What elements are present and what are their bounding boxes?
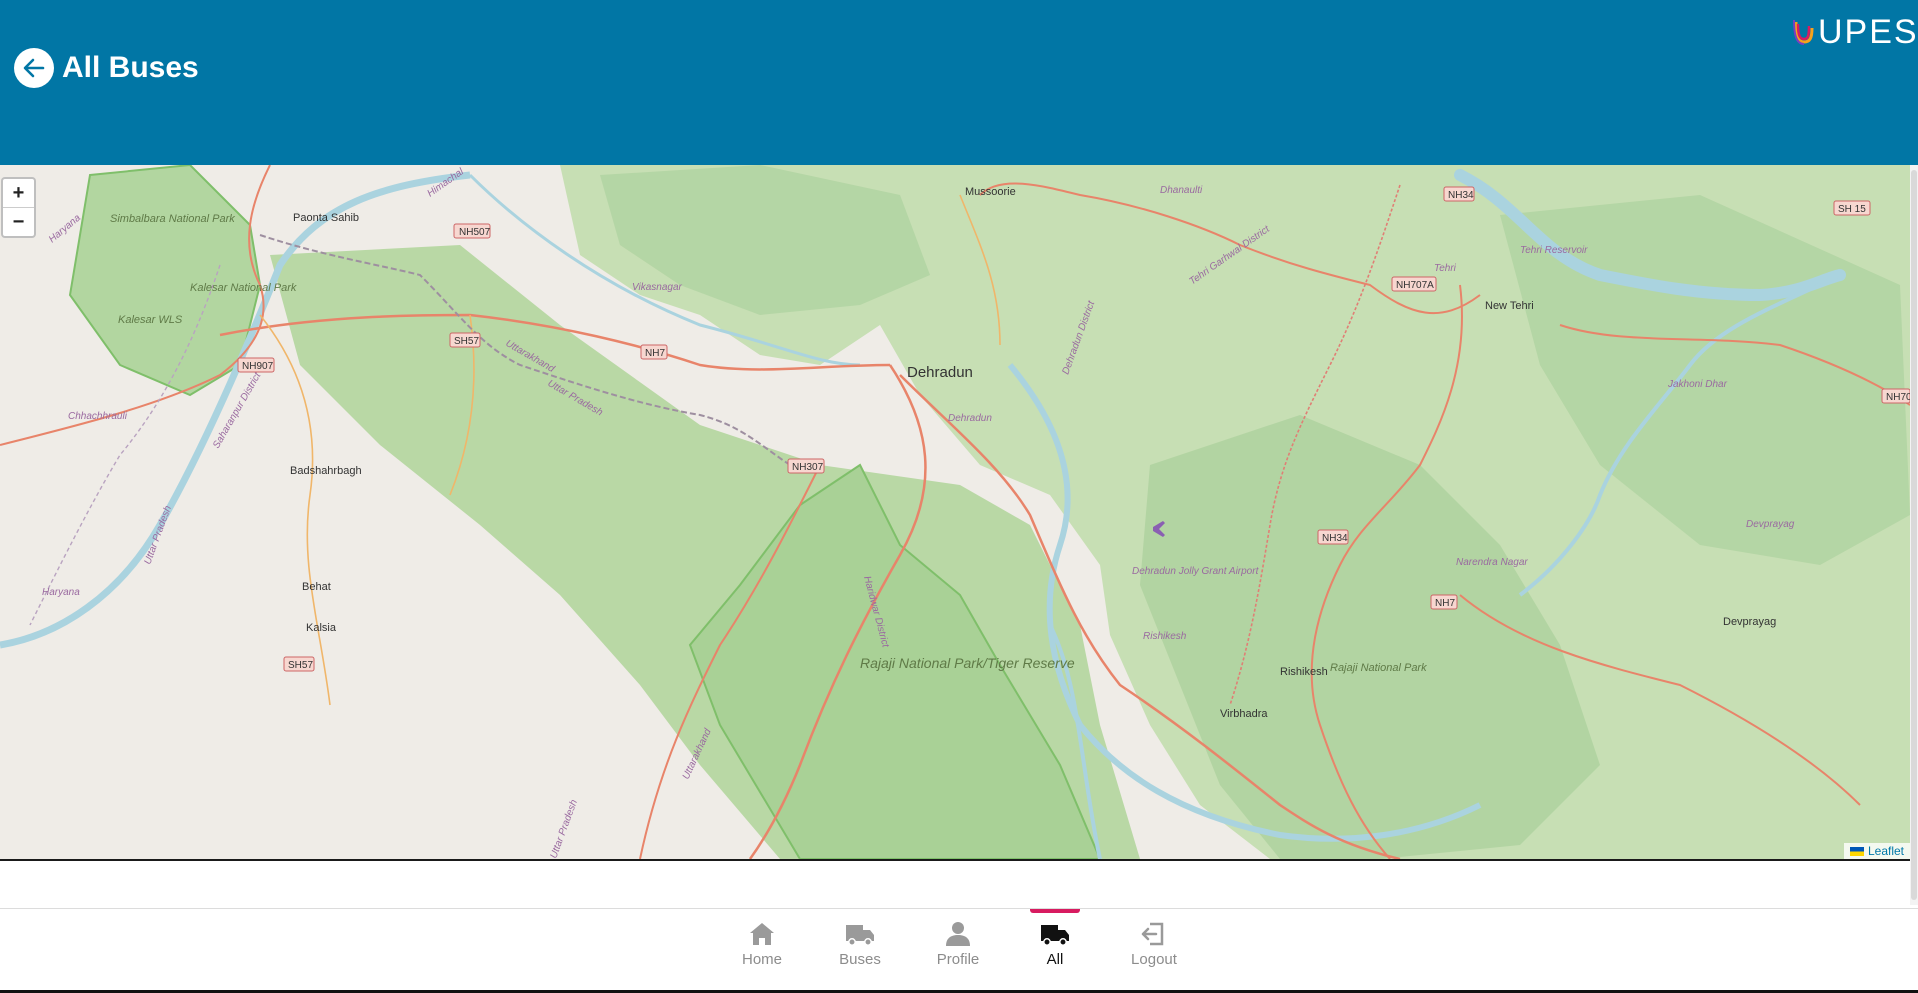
svg-text:NH707A: NH707A (1396, 280, 1434, 291)
nav-logout-label: Logout (1131, 951, 1177, 968)
zoom-in-button[interactable]: + (3, 179, 34, 208)
active-indicator (1030, 909, 1080, 913)
shield-nh34-b: NH34 (1317, 529, 1349, 545)
nav-buses-label: Buses (839, 951, 881, 968)
shield-nh707a: NH707A (1391, 276, 1437, 292)
map-attribution: Leaflet (1843, 843, 1910, 859)
logout-icon (1141, 922, 1164, 946)
svg-text:NH307: NH307 (792, 462, 824, 473)
home-icon (750, 923, 774, 945)
logo-text: UPES (1818, 12, 1918, 51)
shield-nh7: NH7 (640, 344, 668, 360)
shield-sh57: SH57 (449, 332, 481, 348)
shield-nh7-b: NH7 (1430, 594, 1458, 610)
upes-logo: UPES (1792, 12, 1918, 52)
ukraine-flag-icon (1849, 846, 1864, 856)
shield-nh34: NH34 (1443, 186, 1475, 202)
shield-sh15: SH 15 (1833, 200, 1871, 216)
nav-profile-label: Profile (936, 951, 980, 968)
svg-text:NH34: NH34 (1448, 190, 1474, 201)
zoom-control: + − (1, 177, 36, 238)
back-arrow-icon (23, 58, 45, 78)
nav-buses[interactable]: Buses (815, 909, 905, 991)
shield-nh507: NH507 (453, 223, 491, 239)
map-border (0, 859, 1910, 861)
nav-profile[interactable]: Profile (913, 909, 1003, 991)
scrollbar-thumb[interactable] (1911, 170, 1917, 900)
zoom-out-button[interactable]: − (3, 208, 34, 236)
shield-nh307: NH307 (787, 458, 825, 474)
nav-home-label: Home (741, 951, 782, 968)
map-view[interactable]: Dehradun Mussoorie Paonta Sahib New Tehr… (0, 165, 1910, 859)
shield-nh907: NH907 (237, 357, 275, 373)
svg-text:NH7: NH7 (645, 348, 665, 359)
logo-mark-icon (1793, 19, 1814, 45)
bottom-nav: Home Buses Profile All Logout (0, 908, 1918, 991)
profile-icon (946, 922, 970, 946)
svg-text:SH57: SH57 (288, 660, 313, 671)
svg-text:NH7: NH7 (1435, 598, 1455, 609)
svg-text:NH907: NH907 (242, 361, 274, 372)
truck-icon (1041, 925, 1069, 946)
nav-all-label: All (1046, 951, 1064, 968)
svg-text:NH70: NH70 (1886, 392, 1910, 403)
shield-nh70: NH70 (1881, 388, 1910, 404)
road-shields: NH507 SH57 NH7 NH907 NH307 SH57 NH34 NH7… (237, 186, 1910, 672)
nav-all[interactable]: All (1010, 909, 1100, 991)
leaflet-link[interactable]: Leaflet (1868, 844, 1904, 858)
svg-text:NH34: NH34 (1322, 533, 1348, 544)
bus-icon (846, 925, 874, 946)
svg-text:SH57: SH57 (454, 336, 479, 347)
shield-sh57-b: SH57 (283, 656, 315, 672)
app-header: All Buses UPES (0, 0, 1918, 165)
page-title: All Buses (62, 51, 199, 84)
back-button[interactable] (14, 48, 54, 88)
svg-text:SH 15: SH 15 (1838, 204, 1866, 215)
nav-home[interactable]: Home (717, 909, 807, 991)
nav-logout[interactable]: Logout (1109, 909, 1199, 991)
svg-text:NH507: NH507 (459, 227, 491, 238)
